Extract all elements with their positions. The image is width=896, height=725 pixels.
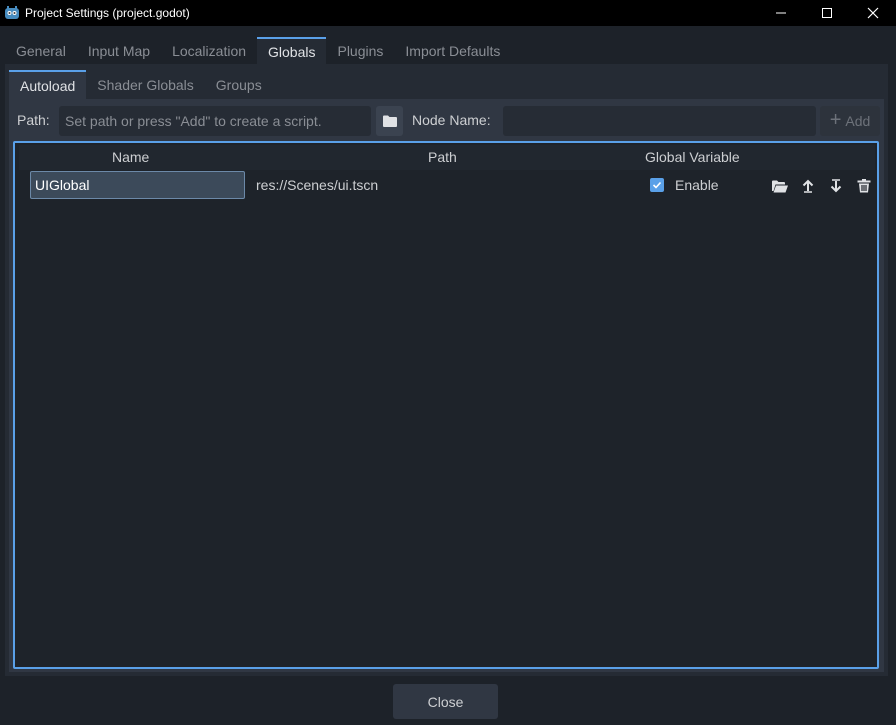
tab-localization[interactable]: Localization <box>161 37 258 64</box>
node-name-input[interactable] <box>503 106 816 136</box>
autoload-table[interactable]: Name Path Global Variable UIGlobal res:/… <box>13 141 879 669</box>
top-tab-bar: General Input Map Localization Globals P… <box>5 37 512 64</box>
browse-folder-button[interactable] <box>376 106 403 136</box>
minimize-button[interactable] <box>758 0 804 26</box>
sub-tab-bar: Autoload Shader Globals Groups <box>9 70 273 99</box>
table-header: Name Path Global Variable <box>19 145 875 170</box>
minimize-icon <box>776 12 786 14</box>
close-button[interactable]: Close <box>393 684 498 719</box>
tab-general[interactable]: General <box>5 37 77 64</box>
tab-input-map[interactable]: Input Map <box>76 37 162 64</box>
autoload-name-field[interactable]: UIGlobal <box>30 171 245 199</box>
table-row[interactable]: UIGlobal res://Scenes/ui.tscn Enable <box>19 171 875 201</box>
arrow-up-icon <box>802 179 814 193</box>
path-label: Path: <box>17 112 50 128</box>
checkmark-icon <box>652 181 662 189</box>
global-variable-checkbox[interactable] <box>650 178 664 192</box>
remove-button[interactable] <box>855 177 873 195</box>
maximize-icon <box>822 8 832 18</box>
autoload-path-row: Path: Set path or press "Add" to create … <box>17 106 881 136</box>
enable-label: Enable <box>675 177 719 193</box>
title-bar: Project Settings (project.godot) <box>0 0 896 26</box>
tab-import-defaults[interactable]: Import Defaults <box>394 37 512 64</box>
trash-icon <box>857 179 871 193</box>
godot-logo-icon <box>5 6 19 19</box>
column-header-path: Path <box>428 149 457 165</box>
add-autoload-button[interactable]: + Add <box>820 106 880 136</box>
close-window-button[interactable] <box>850 0 896 26</box>
arrow-down-icon <box>830 179 842 193</box>
add-label: Add <box>845 113 871 129</box>
tab-globals[interactable]: Globals <box>257 37 327 64</box>
open-folder-button[interactable] <box>771 177 789 195</box>
autoload-path-cell: res://Scenes/ui.tscn <box>256 177 379 193</box>
tab-autoload[interactable]: Autoload <box>9 70 87 99</box>
tab-shader-globals[interactable]: Shader Globals <box>86 70 205 99</box>
open-folder-icon <box>772 180 788 192</box>
path-input[interactable]: Set path or press "Add" to create a scri… <box>59 106 371 136</box>
close-icon <box>867 7 879 19</box>
column-header-global-variable: Global Variable <box>645 149 740 165</box>
folder-icon <box>382 115 397 127</box>
move-down-button[interactable] <box>827 177 845 195</box>
move-up-button[interactable] <box>799 177 817 195</box>
window-title: Project Settings (project.godot) <box>25 6 190 20</box>
column-header-name: Name <box>112 149 150 165</box>
tab-plugins[interactable]: Plugins <box>326 37 395 64</box>
tab-groups[interactable]: Groups <box>205 70 273 99</box>
plus-icon: + <box>829 109 842 131</box>
node-name-label: Node Name: <box>412 112 491 128</box>
maximize-button[interactable] <box>804 0 850 26</box>
